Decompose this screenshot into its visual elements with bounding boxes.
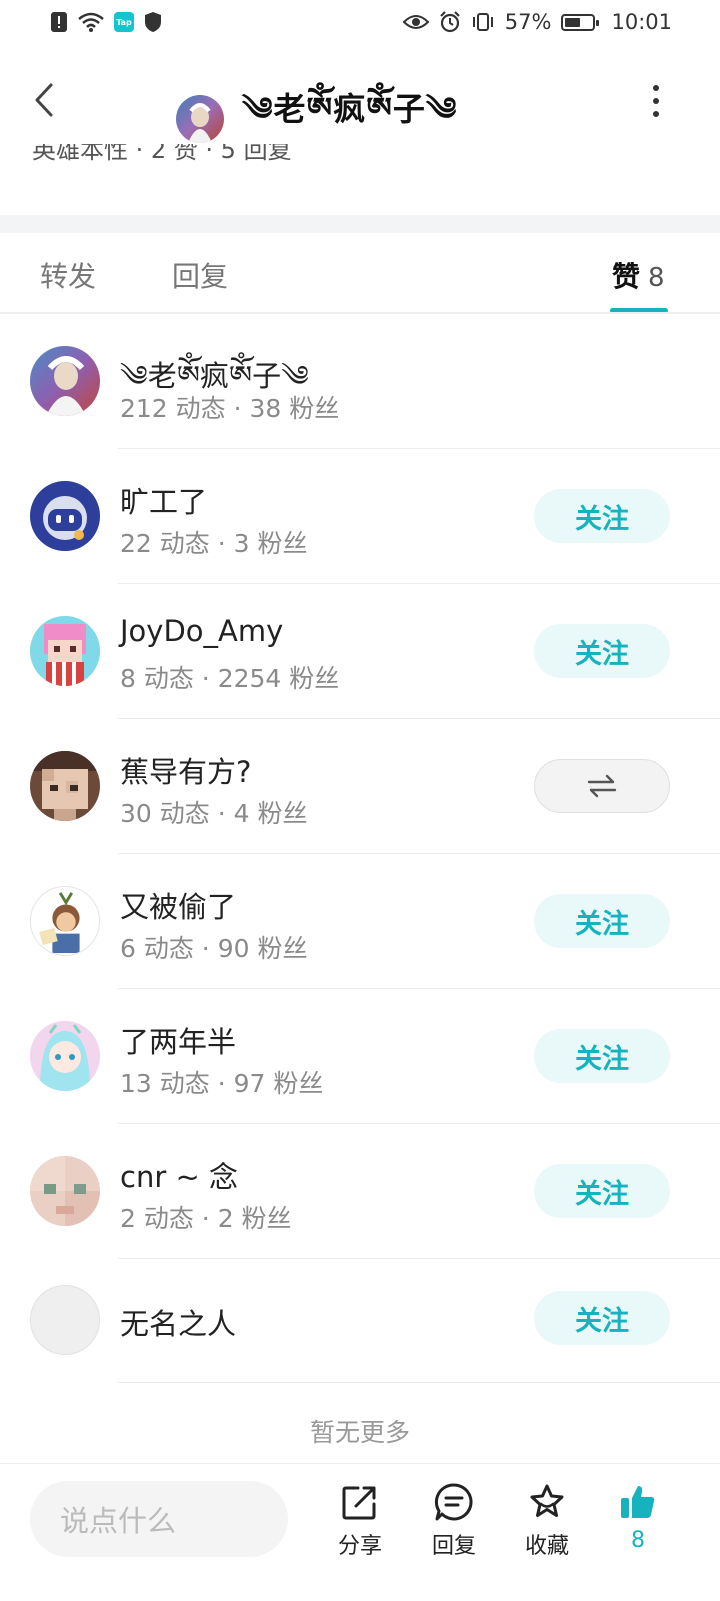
reply-label: 回复 xyxy=(431,1534,476,1559)
list-item[interactable]: 了两年半 13 动态 · 97 粉丝 关注 xyxy=(0,989,720,1124)
star-icon xyxy=(530,1484,564,1517)
follow-button[interactable]: 关注 xyxy=(534,489,670,543)
user-name[interactable]: 又被偷了 xyxy=(120,884,236,926)
top-app-bar: ༄老ༀ疯ༀ子༄ xyxy=(0,55,720,145)
notification-alert-icon xyxy=(50,11,68,33)
shield-icon xyxy=(144,11,162,33)
eye-icon xyxy=(402,13,429,31)
back-button[interactable] xyxy=(24,77,64,123)
no-more-text: 暂无更多 xyxy=(309,1418,410,1447)
tab-like-label: 赞 xyxy=(612,260,641,293)
comment-icon xyxy=(434,1483,473,1521)
list-item[interactable]: cnr ~ 念 2 动态 · 2 粉丝 关注 xyxy=(0,1124,720,1259)
favorite-button[interactable]: 收藏 xyxy=(507,1482,587,1560)
user-name[interactable]: 旷工了 xyxy=(120,479,207,521)
post-summary-text: 英雄本性 · 2 赞 · 5 回复 xyxy=(32,144,292,164)
more-options-button[interactable] xyxy=(636,81,676,121)
status-bar: Tap 57% 10:01 xyxy=(0,0,720,44)
wifi-icon xyxy=(78,12,104,32)
avatar[interactable] xyxy=(30,886,100,956)
avatar[interactable] xyxy=(30,616,100,686)
post-summary: 英雄本性 · 2 赞 · 5 回复 xyxy=(32,144,692,180)
avatar[interactable] xyxy=(30,1285,100,1355)
favorite-label: 收藏 xyxy=(524,1534,569,1559)
tab-reply[interactable]: 回复 xyxy=(172,255,228,295)
list-item[interactable]: 蕉导有方? 30 动态 · 4 粉丝 xyxy=(0,719,720,854)
user-name[interactable]: cnr ~ 念 xyxy=(120,1154,238,1196)
user-name[interactable]: 无名之人 xyxy=(120,1301,236,1343)
thumbs-up-icon xyxy=(621,1486,655,1518)
battery-percent: 57% xyxy=(504,10,552,34)
alarm-clock-icon xyxy=(439,11,461,33)
tab-repost[interactable]: 转发 xyxy=(40,255,96,295)
avatar[interactable] xyxy=(30,346,100,416)
tab-like-count: 8 xyxy=(648,263,665,293)
list-item[interactable]: ༄老ༀ疯ༀ子༄ 212 动态 · 38 粉丝 xyxy=(0,314,720,449)
follow-button[interactable]: 关注 xyxy=(534,624,670,678)
mutual-follow-button[interactable] xyxy=(534,759,670,813)
follow-button[interactable]: 关注 xyxy=(534,1029,670,1083)
avatar[interactable] xyxy=(30,751,100,821)
user-stats: 22 动态 · 3 粉丝 xyxy=(120,529,308,558)
avatar[interactable] xyxy=(30,1156,100,1226)
user-stats: 8 动态 · 2254 粉丝 xyxy=(120,664,340,693)
row-divider xyxy=(118,1382,720,1383)
user-stats: 212 动态 · 38 粉丝 xyxy=(120,394,340,423)
follow-button[interactable]: 关注 xyxy=(534,1164,670,1218)
interaction-tabs: 转发 回复 赞8 xyxy=(0,233,720,313)
user-stats: 13 动态 · 97 粉丝 xyxy=(120,1069,324,1098)
tab-like[interactable]: 赞8 xyxy=(612,255,665,295)
user-name[interactable]: 了两年半 xyxy=(120,1019,236,1061)
list-item[interactable]: JoyDo_Amy 8 动态 · 2254 粉丝 关注 xyxy=(0,584,720,719)
liker-list: ༄老ༀ疯ༀ子༄ 212 动态 · 38 粉丝 旷工了 22 动态 · 3 粉丝 … xyxy=(0,314,720,1383)
taptap-app-icon: Tap xyxy=(114,12,134,32)
avatar[interactable] xyxy=(30,1021,100,1091)
like-count: 8 xyxy=(631,1528,645,1553)
avatar[interactable] xyxy=(30,481,100,551)
bottom-action-bar: 说点什么 分享 回复 收藏 8 xyxy=(0,1463,720,1601)
user-stats: 2 动态 · 2 粉丝 xyxy=(120,1204,292,1233)
section-divider xyxy=(0,215,720,233)
follow-button[interactable]: 关注 xyxy=(534,894,670,948)
chevron-left-icon xyxy=(35,83,53,117)
list-item[interactable]: 旷工了 22 动态 · 3 粉丝 关注 xyxy=(0,449,720,584)
list-item[interactable]: 无名之人 关注 xyxy=(0,1259,720,1383)
vibrate-icon xyxy=(471,12,495,32)
share-icon xyxy=(342,1486,376,1520)
battery-icon xyxy=(561,13,600,31)
user-stats: 30 动态 · 4 粉丝 xyxy=(120,799,308,828)
follow-button[interactable]: 关注 xyxy=(534,1291,670,1345)
share-label: 分享 xyxy=(337,1534,382,1559)
user-name[interactable]: 蕉导有方? xyxy=(120,749,251,791)
mutual-follow-icon xyxy=(587,774,617,798)
reply-button[interactable]: 回复 xyxy=(414,1482,494,1560)
author-avatar[interactable] xyxy=(176,95,224,143)
user-name[interactable]: JoyDo_Amy xyxy=(120,614,283,648)
list-item[interactable]: 又被偷了 6 动态 · 90 粉丝 关注 xyxy=(0,854,720,989)
clock-time: 10:01 xyxy=(611,10,672,34)
like-button[interactable]: 8 xyxy=(598,1482,678,1553)
share-button[interactable]: 分享 xyxy=(320,1482,400,1560)
user-stats: 6 动态 · 90 粉丝 xyxy=(120,934,308,963)
comment-input[interactable]: 说点什么 xyxy=(30,1481,288,1557)
more-vertical-icon xyxy=(653,85,659,117)
